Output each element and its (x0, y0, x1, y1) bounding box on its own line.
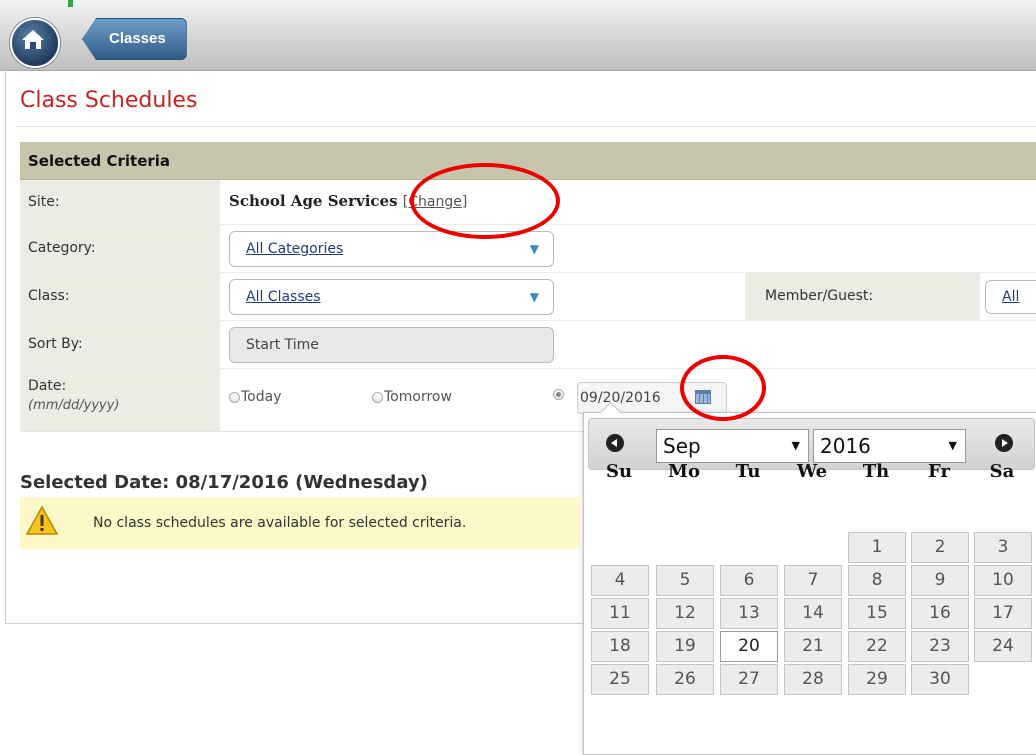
category-row: Category: All Categories ▼ (20, 225, 1036, 273)
prev-month-icon[interactable] (606, 434, 624, 452)
calendar-day[interactable]: 9 (911, 565, 969, 596)
home-button[interactable] (10, 18, 60, 68)
year-value: 2016 (820, 434, 871, 458)
calendar-day[interactable]: 14 (784, 598, 842, 629)
sort-by-label: Sort By: (20, 321, 220, 368)
radio-icon (372, 391, 383, 403)
dropdown-arrow-icon: ▼ (529, 290, 539, 304)
calendar-day[interactable]: 25 (591, 664, 649, 695)
calendar-day[interactable]: 13 (720, 598, 778, 629)
date-label: Date: (28, 378, 67, 394)
radio-icon (229, 391, 240, 403)
calendar-day[interactable]: 7 (784, 565, 842, 596)
calendar-day[interactable]: 4 (591, 565, 649, 596)
sort-by-field[interactable]: Start Time (229, 327, 554, 363)
calendar-day[interactable]: 16 (911, 598, 969, 629)
calendar-day[interactable]: 6 (720, 565, 778, 596)
weekday-header: Sa (989, 461, 1015, 482)
dropdown-arrow-icon: ▼ (948, 439, 957, 452)
calendar-day[interactable]: 5 (656, 565, 714, 596)
dropdown-arrow-icon: ▼ (529, 242, 539, 256)
calendar-day[interactable]: 20 (720, 631, 778, 662)
calendar-day[interactable]: 21 (784, 631, 842, 662)
calendar-day[interactable]: 22 (848, 631, 906, 662)
member-guest-label: Member/Guest: (745, 273, 980, 320)
calendar-day[interactable]: 29 (848, 664, 906, 695)
calendar-day[interactable]: 17 (974, 598, 1032, 629)
calendar-day[interactable]: 26 (656, 664, 714, 695)
calendar-day[interactable]: 8 (848, 565, 906, 596)
tomorrow-label: Tomorrow (384, 389, 452, 405)
calendar-day[interactable]: 11 (591, 598, 649, 629)
next-month-icon[interactable] (995, 434, 1013, 452)
month-select[interactable]: Sep ▼ (656, 429, 809, 463)
weekday-header: Tu (735, 461, 761, 482)
calendar-day[interactable]: 3 (974, 532, 1032, 563)
top-navigation-bar: Classes (0, 0, 1036, 71)
calendar-day[interactable]: 2 (911, 532, 969, 563)
page-title: Class Schedules (20, 88, 198, 113)
class-dropdown[interactable]: All Classes ▼ (229, 279, 554, 315)
accent-mark (68, 0, 73, 7)
tomorrow-radio[interactable]: Tomorrow (372, 389, 452, 405)
divider (15, 126, 1036, 127)
radio-selected-icon (553, 389, 564, 400)
no-results-notice: No class schedules are available for sel… (20, 497, 580, 549)
today-label: Today (241, 389, 282, 405)
home-icon (22, 30, 44, 49)
date-label-cell: Date: (mm/dd/yyyy) (20, 369, 220, 431)
site-value: School Age Services (229, 192, 398, 210)
weekday-header: Fr (928, 461, 950, 482)
class-row: Class: All Classes ▼ Member/Guest: All (20, 273, 1036, 321)
calendar-day[interactable]: 10 (974, 565, 1032, 596)
weekday-header: Mo (668, 461, 700, 482)
date-format-hint: (mm/dd/yyyy) (28, 398, 120, 413)
class-selected: All Classes (246, 289, 321, 305)
datepicker-popup: Sep ▼ 2016 ▼ Su Mo Tu We Th Fr Sa 1 2 3 4 5 6 7 8 9 10 11… (583, 412, 1036, 755)
calendar-day[interactable]: 24 (974, 631, 1032, 662)
category-selected: All Categories (246, 241, 344, 257)
weekday-header: Th (862, 461, 890, 482)
weekday-header: Su (605, 461, 633, 482)
calendar-day[interactable]: 15 (848, 598, 906, 629)
year-select[interactable]: 2016 ▼ (813, 429, 966, 463)
calendar-day[interactable]: 28 (784, 664, 842, 695)
selected-date-heading: Selected Date: 08/17/2016 (Wednesday) (20, 472, 428, 493)
calendar-day[interactable]: 18 (591, 631, 649, 662)
site-label: Site: (20, 180, 220, 224)
warning-icon (26, 505, 58, 535)
sort-by-row: Sort By: Start Time (20, 321, 1036, 369)
annotation-circle (410, 163, 560, 239)
date-input[interactable]: 09/20/2016 (577, 382, 683, 414)
dropdown-arrow-icon: ▼ (791, 439, 800, 452)
today-radio[interactable]: Today (229, 389, 282, 405)
member-guest-dropdown[interactable]: All (985, 280, 1036, 314)
breadcrumb-classes[interactable]: Classes (82, 18, 187, 60)
calendar-day[interactable]: 1 (848, 532, 906, 563)
class-label: Class: (20, 273, 220, 320)
calendar-day[interactable]: 30 (911, 664, 969, 695)
calendar-day[interactable]: 27 (720, 664, 778, 695)
weekday-header: We (796, 461, 828, 482)
calendar-day[interactable]: 19 (656, 631, 714, 662)
custom-date-radio[interactable] (553, 389, 565, 400)
annotation-circle (680, 355, 766, 421)
calendar-day[interactable]: 23 (911, 631, 969, 662)
calendar-day[interactable]: 12 (656, 598, 714, 629)
month-value: Sep (663, 434, 701, 458)
notice-text: No class schedules are available for sel… (93, 515, 467, 531)
category-label: Category: (20, 225, 220, 272)
